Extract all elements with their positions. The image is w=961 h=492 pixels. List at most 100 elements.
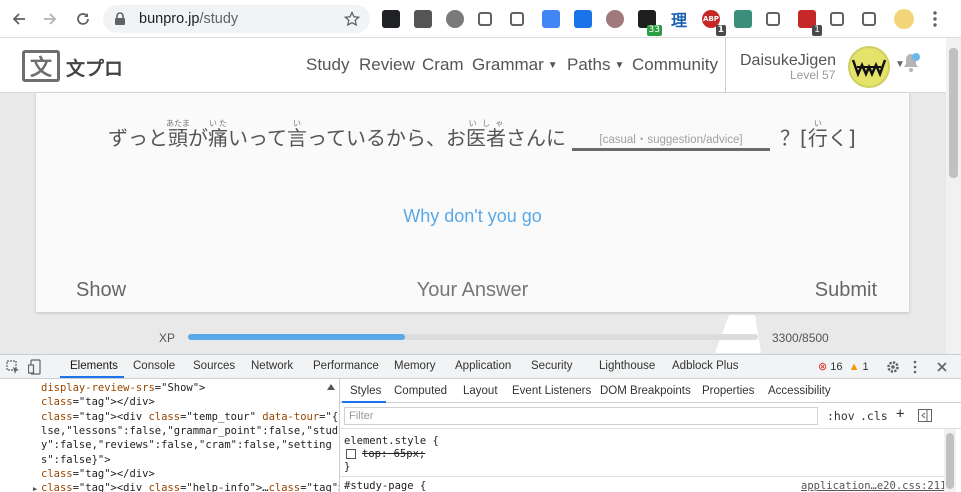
answer-blank[interactable]: [casual・suggestion/advice]: [572, 127, 771, 151]
devtools-tab-network[interactable]: Network: [251, 360, 293, 372]
styles-scrollbar-thumb[interactable]: [946, 433, 954, 489]
dom-line[interactable]: y":false,"reviews":false,"cram":false,"s…: [41, 438, 332, 452]
profile-avatar-icon[interactable]: [894, 9, 914, 29]
ext-d-icon[interactable]: 33: [638, 10, 662, 36]
answer-input[interactable]: Your Answer: [36, 279, 909, 302]
styles-tab-properties[interactable]: Properties: [702, 385, 754, 397]
submit-button[interactable]: Submit: [815, 279, 877, 302]
hov-toggle[interactable]: :hov: [827, 409, 855, 423]
inspect-element-icon[interactable]: [6, 360, 20, 374]
back-arrow-icon: [12, 13, 25, 25]
furigana-word: 頭あたま: [166, 119, 190, 150]
cls-toggle[interactable]: .cls: [860, 409, 888, 423]
devtools-menu-icon[interactable]: [912, 360, 918, 374]
bookmark-star-icon[interactable]: [344, 11, 360, 27]
study-card: ずっと頭あたまが痛いたいって言いっているから、お医者いしゃさんに [casual…: [36, 93, 909, 312]
ext-abp-icon[interactable]: ABP 1: [702, 10, 726, 36]
ext-gear-icon[interactable]: [446, 10, 464, 28]
notification-bell-icon[interactable]: [902, 52, 920, 74]
devtools-tab-adblock-plus[interactable]: Adblock Plus: [672, 360, 738, 372]
style-property-checkbox[interactable]: [346, 449, 356, 459]
devtools-tab-security[interactable]: Security: [531, 360, 573, 372]
nav-review[interactable]: Review: [359, 55, 415, 75]
furigana-word: 行い: [808, 119, 828, 150]
avatar-emblem-icon: [851, 59, 887, 78]
ext-play-icon[interactable]: [606, 10, 624, 28]
study-page-selector: #study-page {: [344, 480, 427, 492]
device-toolbar-icon[interactable]: [28, 359, 42, 375]
dom-line[interactable]: class="tag"></div>: [41, 467, 155, 481]
devtools-tab-application[interactable]: Application: [455, 360, 511, 372]
nav-grammar[interactable]: Grammar ▼: [472, 55, 558, 75]
address-bar[interactable]: bunpro.jp/study: [103, 5, 370, 33]
styles-pane: Styles Computed Layout Event Listeners DOM B…: [340, 379, 961, 492]
dom-line[interactable]: class="tag"><div class="temp_tour" data-…: [41, 410, 339, 424]
styles-filter-input[interactable]: Filter: [344, 407, 818, 425]
dom-line[interactable]: s":false}">: [41, 453, 111, 467]
ext-kanji-icon-text: 理: [670, 11, 687, 30]
issue-counter[interactable]: ⊗ 16 ▲ 1: [818, 360, 869, 373]
ext-list-icon[interactable]: [510, 12, 524, 26]
furigana-word: 痛いた: [208, 119, 228, 150]
ext-s-green-icon[interactable]: [734, 10, 752, 28]
styles-tab-accessibility[interactable]: Accessibility: [768, 385, 831, 397]
dom-line[interactable]: class="tag"><div class="help-info">…clas…: [41, 481, 339, 492]
styles-tab-styles[interactable]: Styles: [350, 385, 381, 397]
styles-tab-event-listeners[interactable]: Event Listeners: [512, 385, 591, 397]
nav-community[interactable]: Community: [632, 55, 718, 75]
extensions-puzzle-icon[interactable]: [830, 12, 844, 26]
toggle-sidebar-icon[interactable]: [918, 409, 932, 422]
reload-button[interactable]: [71, 7, 95, 31]
ext-s-blue-icon[interactable]: [574, 10, 592, 28]
forward-button[interactable]: [38, 7, 62, 31]
devtools-close-icon[interactable]: [936, 361, 948, 373]
nav-paths[interactable]: Paths ▼: [567, 55, 624, 75]
ext-translate-icon[interactable]: [542, 10, 560, 28]
xp-value: 3300/8500: [772, 331, 829, 345]
kanji: 医者: [466, 126, 506, 150]
ext-grid-icon[interactable]: 1: [798, 10, 822, 36]
bunpro-logo-text[interactable]: 文プロ: [66, 54, 123, 81]
blank-hint: [casual・suggestion/advice]: [599, 134, 743, 146]
back-button[interactable]: [7, 7, 31, 31]
ext-dark-icon[interactable]: [382, 10, 400, 28]
nav-label: Paths: [567, 55, 611, 74]
devtools-tab-lighthouse[interactable]: Lighthouse: [599, 360, 655, 372]
dom-line[interactable]: lse,"lessons":false,"grammar_point":fals…: [41, 424, 338, 438]
styles-tab-dom-breakpoints[interactable]: DOM Breakpoints: [600, 385, 691, 397]
bunpro-logo-mark[interactable]: 文: [22, 50, 60, 82]
ext-abp-icon-badge: 1: [715, 25, 726, 36]
styles-tab-layout[interactable]: Layout: [463, 385, 498, 397]
devtools-tab-console[interactable]: Console: [133, 360, 175, 372]
dropdown-caret-icon: ▼: [547, 60, 558, 71]
sentence-fragment: ？[: [780, 126, 808, 150]
devtools-tab-sources[interactable]: Sources: [193, 360, 235, 372]
struck-style-property[interactable]: top: 65px;: [362, 448, 425, 460]
styles-tab-computed[interactable]: Computed: [394, 385, 447, 397]
new-style-rule-icon[interactable]: +: [896, 406, 904, 422]
devtools-active-tab-indicator: [60, 376, 124, 378]
dom-scroll-up-icon[interactable]: [327, 384, 335, 390]
css-source-link[interactable]: application…e20.css:211: [801, 480, 946, 492]
devtools-tab-elements[interactable]: Elements: [70, 360, 118, 372]
ext-kanji-icon[interactable]: 理: [670, 10, 688, 30]
ext-pocket-icon[interactable]: [478, 12, 492, 26]
ext-picture-icon[interactable]: [766, 12, 780, 26]
nav-cram[interactable]: Cram: [422, 55, 464, 75]
dom-line[interactable]: class="tag"></div>: [41, 395, 155, 409]
furigana: い: [287, 119, 307, 128]
devtools-tab-memory[interactable]: Memory: [394, 360, 436, 372]
chrome-menu-icon[interactable]: [927, 10, 943, 28]
dom-line[interactable]: display-review-srs="Show">: [41, 381, 205, 395]
page-scrollbar[interactable]: [946, 38, 961, 354]
nav-study[interactable]: Study: [306, 55, 349, 75]
devtools-tab-performance[interactable]: Performance: [313, 360, 379, 372]
devtools-settings-gear-icon[interactable]: [886, 360, 900, 374]
expand-triangle-icon[interactable]: ▶: [33, 482, 37, 492]
page-scrollbar-thumb[interactable]: [949, 48, 958, 178]
styles-scrollbar[interactable]: [944, 429, 956, 492]
bunpro-study-page: 文 文プロ Study Review Cram Grammar ▼ Paths ▼ Commu…: [0, 38, 946, 354]
user-avatar[interactable]: [848, 46, 890, 88]
ext-mask-icon[interactable]: [414, 10, 432, 28]
media-control-icon[interactable]: [862, 12, 876, 26]
